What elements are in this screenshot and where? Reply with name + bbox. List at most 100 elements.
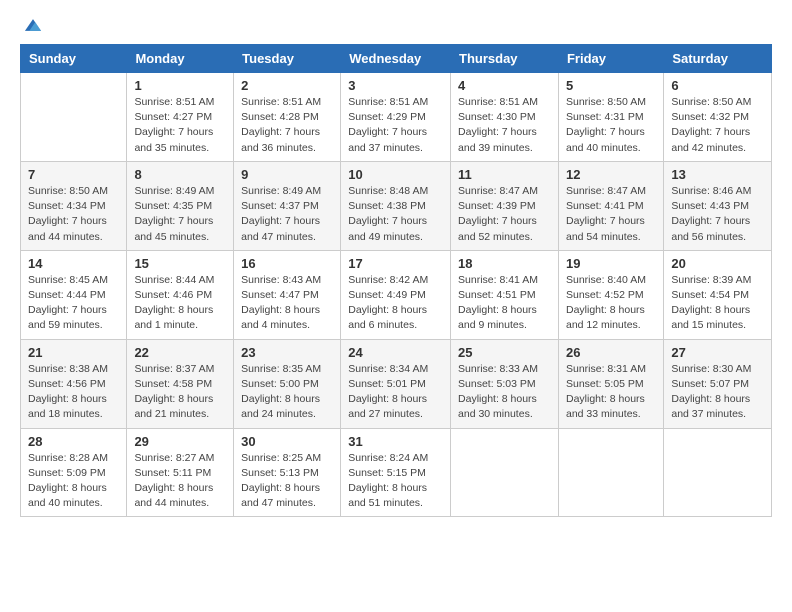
calendar-table: SundayMondayTuesdayWednesdayThursdayFrid… xyxy=(20,44,772,517)
day-number: 26 xyxy=(566,345,656,360)
day-number: 8 xyxy=(134,167,226,182)
day-info: Sunrise: 8:50 AM Sunset: 4:32 PM Dayligh… xyxy=(671,95,764,156)
week-row-2: 7 Sunrise: 8:50 AM Sunset: 4:34 PM Daylig… xyxy=(21,161,772,250)
day-cell: 18 Sunrise: 8:41 AM Sunset: 4:51 PM Dayli… xyxy=(451,250,559,339)
day-cell xyxy=(664,428,772,517)
day-number: 28 xyxy=(28,434,119,449)
day-number: 5 xyxy=(566,78,656,93)
day-cell: 29Sunrise: 8:27 AM Sunset: 5:11 PM Dayli… xyxy=(127,428,234,517)
week-row-1: 1Sunrise: 8:51 AM Sunset: 4:27 PM Daylig… xyxy=(21,73,772,162)
day-cell: 3 Sunrise: 8:51 AM Sunset: 4:29 PM Daylig… xyxy=(341,73,451,162)
logo xyxy=(20,16,44,36)
day-info: Sunrise: 8:48 AM Sunset: 4:38 PM Dayligh… xyxy=(348,184,443,245)
week-row-5: 28 Sunrise: 8:28 AM Sunset: 5:09 PM Dayli… xyxy=(21,428,772,517)
day-cell: 16 Sunrise: 8:43 AM Sunset: 4:47 PM Dayli… xyxy=(234,250,341,339)
day-cell: 9Sunrise: 8:49 AM Sunset: 4:37 PM Daylig… xyxy=(234,161,341,250)
day-number: 24 xyxy=(348,345,443,360)
day-info: Sunrise: 8:34 AM Sunset: 5:01 PM Dayligh… xyxy=(348,362,443,423)
day-number: 17 xyxy=(348,256,443,271)
day-number: 2 xyxy=(241,78,333,93)
day-header-sunday: Sunday xyxy=(21,45,127,73)
day-info: Sunrise: 8:51 AM Sunset: 4:28 PM Dayligh… xyxy=(241,95,333,156)
day-number: 9 xyxy=(241,167,333,182)
day-cell xyxy=(558,428,663,517)
day-cell: 2 Sunrise: 8:51 AM Sunset: 4:28 PM Daylig… xyxy=(234,73,341,162)
day-info: Sunrise: 8:51 AM Sunset: 4:27 PM Dayligh… xyxy=(134,95,226,156)
day-number: 10 xyxy=(348,167,443,182)
day-cell: 28 Sunrise: 8:28 AM Sunset: 5:09 PM Dayli… xyxy=(21,428,127,517)
day-info: Sunrise: 8:51 AM Sunset: 4:30 PM Dayligh… xyxy=(458,95,551,156)
day-number: 21 xyxy=(28,345,119,360)
week-row-3: 14Sunrise: 8:45 AM Sunset: 4:44 PM Dayli… xyxy=(21,250,772,339)
day-cell: 30 Sunrise: 8:25 AM Sunset: 5:13 PM Dayli… xyxy=(234,428,341,517)
day-number: 14 xyxy=(28,256,119,271)
day-cell: 22 Sunrise: 8:37 AM Sunset: 4:58 PM Dayli… xyxy=(127,339,234,428)
day-header-wednesday: Wednesday xyxy=(341,45,451,73)
day-cell: 17 Sunrise: 8:42 AM Sunset: 4:49 PM Dayli… xyxy=(341,250,451,339)
day-number: 3 xyxy=(348,78,443,93)
day-number: 13 xyxy=(671,167,764,182)
day-header-saturday: Saturday xyxy=(664,45,772,73)
day-info: Sunrise: 8:31 AM Sunset: 5:05 PM Dayligh… xyxy=(566,362,656,423)
day-cell: 21 Sunrise: 8:38 AM Sunset: 4:56 PM Dayli… xyxy=(21,339,127,428)
day-number: 15 xyxy=(134,256,226,271)
day-cell: 8 Sunrise: 8:49 AM Sunset: 4:35 PM Daylig… xyxy=(127,161,234,250)
day-info: Sunrise: 8:41 AM Sunset: 4:51 PM Dayligh… xyxy=(458,273,551,334)
day-number: 23 xyxy=(241,345,333,360)
day-number: 27 xyxy=(671,345,764,360)
day-number: 25 xyxy=(458,345,551,360)
week-row-4: 21 Sunrise: 8:38 AM Sunset: 4:56 PM Dayli… xyxy=(21,339,772,428)
day-info: Sunrise: 8:27 AM Sunset: 5:11 PM Dayligh… xyxy=(134,451,226,512)
day-info: Sunrise: 8:47 AM Sunset: 4:39 PM Dayligh… xyxy=(458,184,551,245)
day-number: 7 xyxy=(28,167,119,182)
day-info: Sunrise: 8:24 AM Sunset: 5:15 PM Dayligh… xyxy=(348,451,443,512)
day-cell: 12Sunrise: 8:47 AM Sunset: 4:41 PM Dayli… xyxy=(558,161,663,250)
page-header xyxy=(20,16,772,36)
day-info: Sunrise: 8:35 AM Sunset: 5:00 PM Dayligh… xyxy=(241,362,333,423)
day-number: 4 xyxy=(458,78,551,93)
day-cell: 1Sunrise: 8:51 AM Sunset: 4:27 PM Daylig… xyxy=(127,73,234,162)
day-info: Sunrise: 8:50 AM Sunset: 4:31 PM Dayligh… xyxy=(566,95,656,156)
day-cell: 31 Sunrise: 8:24 AM Sunset: 5:15 PM Dayli… xyxy=(341,428,451,517)
day-number: 16 xyxy=(241,256,333,271)
day-cell: 24 Sunrise: 8:34 AM Sunset: 5:01 PM Dayli… xyxy=(341,339,451,428)
day-info: Sunrise: 8:51 AM Sunset: 4:29 PM Dayligh… xyxy=(348,95,443,156)
day-number: 20 xyxy=(671,256,764,271)
day-info: Sunrise: 8:28 AM Sunset: 5:09 PM Dayligh… xyxy=(28,451,119,512)
day-cell: 13 Sunrise: 8:46 AM Sunset: 4:43 PM Dayli… xyxy=(664,161,772,250)
day-cell: 4 Sunrise: 8:51 AM Sunset: 4:30 PM Daylig… xyxy=(451,73,559,162)
day-cell xyxy=(451,428,559,517)
day-info: Sunrise: 8:50 AM Sunset: 4:34 PM Dayligh… xyxy=(28,184,119,245)
day-info: Sunrise: 8:42 AM Sunset: 4:49 PM Dayligh… xyxy=(348,273,443,334)
day-info: Sunrise: 8:49 AM Sunset: 4:35 PM Dayligh… xyxy=(134,184,226,245)
day-info: Sunrise: 8:44 AM Sunset: 4:46 PM Dayligh… xyxy=(134,273,226,334)
day-number: 30 xyxy=(241,434,333,449)
day-number: 11 xyxy=(458,167,551,182)
day-number: 31 xyxy=(348,434,443,449)
day-number: 18 xyxy=(458,256,551,271)
day-info: Sunrise: 8:33 AM Sunset: 5:03 PM Dayligh… xyxy=(458,362,551,423)
day-header-friday: Friday xyxy=(558,45,663,73)
day-info: Sunrise: 8:38 AM Sunset: 4:56 PM Dayligh… xyxy=(28,362,119,423)
day-info: Sunrise: 8:30 AM Sunset: 5:07 PM Dayligh… xyxy=(671,362,764,423)
day-header-monday: Monday xyxy=(127,45,234,73)
day-info: Sunrise: 8:47 AM Sunset: 4:41 PM Dayligh… xyxy=(566,184,656,245)
day-cell: 11 Sunrise: 8:47 AM Sunset: 4:39 PM Dayli… xyxy=(451,161,559,250)
day-cell: 27 Sunrise: 8:30 AM Sunset: 5:07 PM Dayli… xyxy=(664,339,772,428)
day-cell: 5 Sunrise: 8:50 AM Sunset: 4:31 PM Daylig… xyxy=(558,73,663,162)
day-info: Sunrise: 8:46 AM Sunset: 4:43 PM Dayligh… xyxy=(671,184,764,245)
day-number: 22 xyxy=(134,345,226,360)
day-info: Sunrise: 8:25 AM Sunset: 5:13 PM Dayligh… xyxy=(241,451,333,512)
day-header-thursday: Thursday xyxy=(451,45,559,73)
logo-icon xyxy=(22,14,44,36)
day-cell: 10 Sunrise: 8:48 AM Sunset: 4:38 PM Dayli… xyxy=(341,161,451,250)
day-cell: 20Sunrise: 8:39 AM Sunset: 4:54 PM Dayli… xyxy=(664,250,772,339)
day-number: 6 xyxy=(671,78,764,93)
day-cell: 6 Sunrise: 8:50 AM Sunset: 4:32 PM Daylig… xyxy=(664,73,772,162)
day-info: Sunrise: 8:43 AM Sunset: 4:47 PM Dayligh… xyxy=(241,273,333,334)
day-cell: 7 Sunrise: 8:50 AM Sunset: 4:34 PM Daylig… xyxy=(21,161,127,250)
day-cell xyxy=(21,73,127,162)
day-number: 19 xyxy=(566,256,656,271)
day-cell: 14Sunrise: 8:45 AM Sunset: 4:44 PM Dayli… xyxy=(21,250,127,339)
day-info: Sunrise: 8:37 AM Sunset: 4:58 PM Dayligh… xyxy=(134,362,226,423)
